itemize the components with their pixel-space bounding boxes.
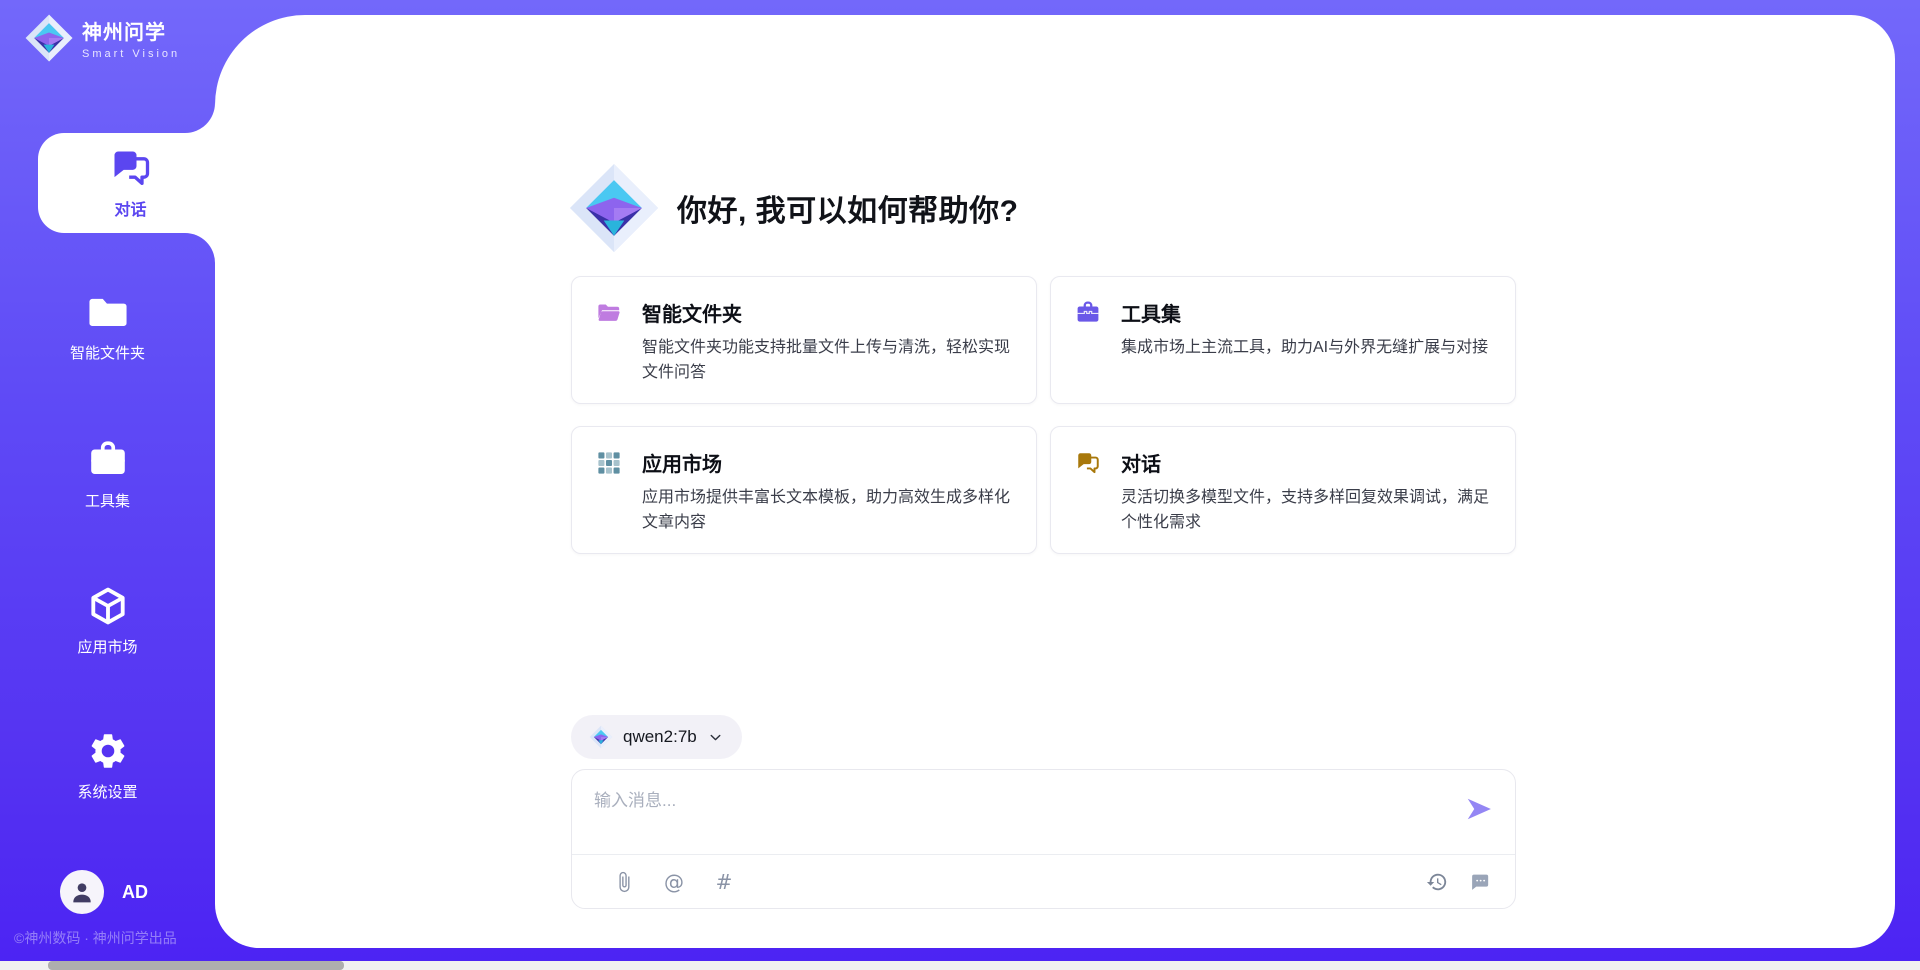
scrollbar-thumb[interactable] bbox=[48, 961, 344, 970]
paperclip-icon bbox=[613, 871, 635, 893]
card-description: 应用市场提供丰富长文本模板，助力高效生成多样化文章内容 bbox=[642, 486, 1012, 536]
chat-bubble-icon bbox=[1468, 871, 1490, 893]
card-title: 应用市场 bbox=[642, 448, 722, 477]
attach-file-button[interactable] bbox=[612, 870, 636, 894]
hashtag-button[interactable]: # bbox=[712, 870, 736, 894]
history-icon bbox=[1426, 871, 1448, 893]
composer-toolbar-right bbox=[1425, 870, 1491, 894]
sidebar-item-label: 工具集 bbox=[85, 490, 130, 511]
mention-button[interactable]: @ bbox=[662, 870, 686, 894]
card-title: 工具集 bbox=[1121, 298, 1181, 327]
brand-logo-icon bbox=[24, 13, 74, 63]
chat-icon bbox=[109, 146, 153, 190]
conversation-button[interactable] bbox=[1467, 870, 1491, 894]
folder-open-icon bbox=[596, 300, 622, 326]
model-name: qwen2:7b bbox=[623, 727, 697, 747]
model-logo-icon bbox=[589, 725, 613, 749]
brand-text: 神州问学 Smart Vision bbox=[82, 16, 180, 60]
cube-icon bbox=[87, 585, 129, 627]
brand-subtitle: Smart Vision bbox=[82, 48, 180, 60]
avatar bbox=[60, 870, 104, 914]
card-description: 智能文件夹功能支持批量文件上传与清洗，轻松实现文件问答 bbox=[642, 336, 1012, 386]
card-description: 集成市场上主流工具，助力AI与外界无缝扩展与对接 bbox=[1121, 336, 1491, 361]
card-head: 对话 bbox=[1075, 448, 1491, 477]
sidebar-item-settings[interactable]: 系统设置 bbox=[0, 730, 215, 802]
feature-card-app-market[interactable]: 应用市场 应用市场提供丰富长文本模板，助力高效生成多样化文章内容 bbox=[571, 426, 1037, 554]
gear-icon bbox=[87, 730, 129, 772]
toolbox-icon bbox=[1075, 300, 1101, 326]
copyright-text: ©神州数码 · 神州问学出品 bbox=[14, 928, 177, 948]
history-button[interactable] bbox=[1425, 870, 1449, 894]
card-title: 智能文件夹 bbox=[642, 298, 742, 327]
assistant-logo-icon bbox=[567, 161, 661, 255]
send-icon bbox=[1464, 794, 1494, 824]
chat-icon bbox=[1075, 450, 1101, 476]
feature-card-smart-folder[interactable]: 智能文件夹 智能文件夹功能支持批量文件上传与清洗，轻松实现文件问答 bbox=[571, 276, 1037, 404]
user-profile[interactable]: AD bbox=[60, 870, 148, 914]
sidebar-item-app-market[interactable]: 应用市场 bbox=[0, 585, 215, 657]
card-head: 应用市场 bbox=[596, 448, 1012, 477]
greeting-title: 你好, 我可以如何帮助你? bbox=[677, 186, 1019, 230]
person-icon bbox=[69, 879, 95, 905]
message-input[interactable] bbox=[592, 784, 1416, 846]
greeting: 你好, 我可以如何帮助你? bbox=[567, 161, 1019, 255]
tab-flare-bottom bbox=[185, 233, 215, 263]
feature-cards: 智能文件夹 智能文件夹功能支持批量文件上传与清洗，轻松实现文件问答 工具集 集成… bbox=[571, 276, 1516, 554]
sidebar-item-chat[interactable]: 对话 bbox=[38, 133, 223, 233]
brand: 神州问学 Smart Vision bbox=[24, 13, 180, 63]
at-icon: @ bbox=[664, 870, 684, 894]
chevron-down-icon bbox=[707, 729, 724, 746]
card-title: 对话 bbox=[1121, 448, 1161, 477]
feature-card-chat[interactable]: 对话 灵活切换多模型文件，支持多样回复效果调试，满足个性化需求 bbox=[1050, 426, 1516, 554]
tab-flare-top bbox=[185, 103, 215, 133]
model-selector[interactable]: qwen2:7b bbox=[571, 715, 742, 759]
composer-toolbar: @ # bbox=[572, 855, 1515, 908]
horizontal-scrollbar[interactable] bbox=[0, 961, 1920, 970]
user-initials: AD bbox=[122, 882, 148, 903]
composer: @ # bbox=[571, 769, 1516, 909]
hash-icon: # bbox=[716, 870, 733, 894]
brand-name: 神州问学 bbox=[82, 16, 180, 45]
card-head: 工具集 bbox=[1075, 298, 1491, 327]
card-head: 智能文件夹 bbox=[596, 298, 1012, 327]
sidebar-item-label: 对话 bbox=[114, 196, 146, 220]
sidebar-item-label: 智能文件夹 bbox=[70, 342, 145, 363]
toolbox-icon bbox=[87, 439, 129, 481]
sidebar-item-smart-folder[interactable]: 智能文件夹 bbox=[0, 291, 215, 363]
sidebar-item-label: 应用市场 bbox=[77, 636, 137, 657]
grid-cube-icon bbox=[596, 450, 622, 476]
main-panel: 你好, 我可以如何帮助你? 智能文件夹 智能文件夹功能支持批量文件上传与清洗，轻… bbox=[215, 15, 1895, 948]
sidebar-item-label: 系统设置 bbox=[77, 781, 137, 802]
card-description: 灵活切换多模型文件，支持多样回复效果调试，满足个性化需求 bbox=[1121, 486, 1491, 536]
feature-card-toolset[interactable]: 工具集 集成市场上主流工具，助力AI与外界无缝扩展与对接 bbox=[1050, 276, 1516, 404]
folder-icon bbox=[87, 291, 129, 333]
sidebar: 神州问学 Smart Vision 对话 智能文件夹 工具集 应用市场 系统设置 bbox=[0, 0, 215, 970]
app-root: 神州问学 Smart Vision 对话 智能文件夹 工具集 应用市场 系统设置 bbox=[0, 0, 1920, 970]
send-button[interactable] bbox=[1463, 794, 1495, 826]
sidebar-item-toolset[interactable]: 工具集 bbox=[0, 439, 215, 511]
